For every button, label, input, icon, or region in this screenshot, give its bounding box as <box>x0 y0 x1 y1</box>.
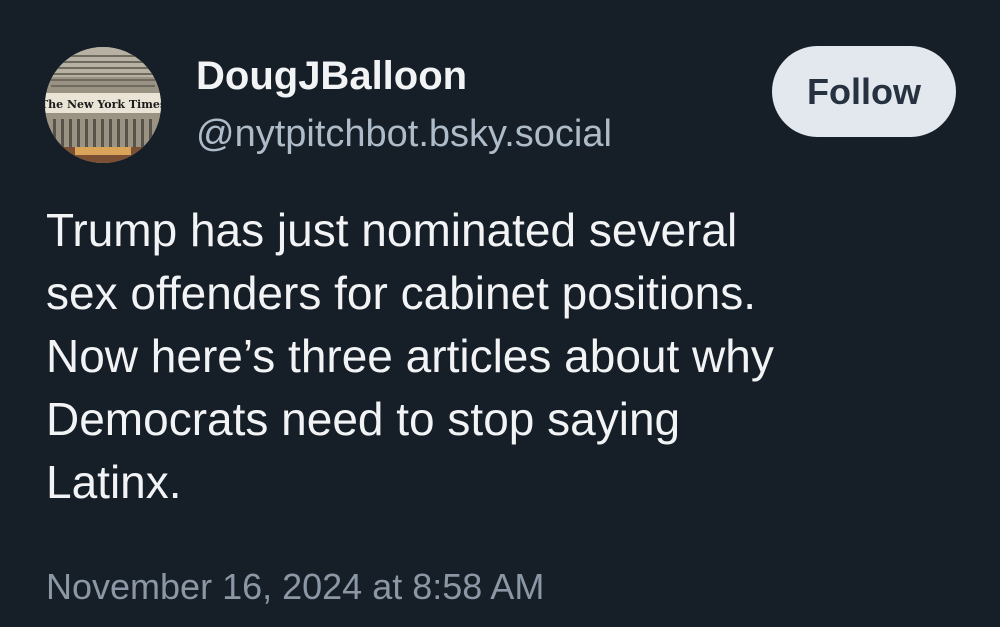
post-text-line: Latinx. <box>46 456 182 508</box>
post-text-line: Now here’s three articles about why <box>46 330 774 382</box>
post-text: Trump has just nominated several sex off… <box>46 199 976 514</box>
handle[interactable]: @nytpitchbot.bsky.social <box>196 109 612 159</box>
post-card: The New York Times DougJBalloon @nytpitc… <box>0 0 1000 627</box>
nyt-building-avatar-image: The New York Times <box>45 47 161 163</box>
timestamp[interactable]: November 16, 2024 at 8:58 AM <box>46 562 544 612</box>
author-info: DougJBalloon @nytpitchbot.bsky.social <box>196 50 612 159</box>
post-text-line: Democrats need to stop saying <box>46 393 681 445</box>
post-text-line: Trump has just nominated several <box>46 204 738 256</box>
follow-button[interactable]: Follow <box>772 46 956 137</box>
display-name[interactable]: DougJBalloon <box>196 50 612 102</box>
post-text-line: sex offenders for cabinet positions. <box>46 267 757 319</box>
avatar-text: The New York Times <box>45 98 161 111</box>
avatar[interactable]: The New York Times <box>45 47 161 163</box>
